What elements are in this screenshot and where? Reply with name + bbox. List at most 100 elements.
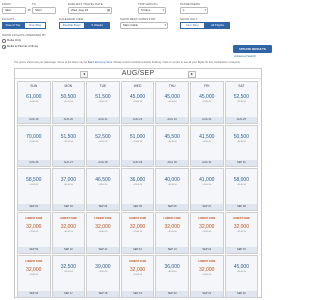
lowest-fare-badge: LOWEST FARE <box>232 216 250 220</box>
fare-day-cell[interactable]: LOWEST FARE 32,000 +$148.56 SEP 12 <box>120 211 155 254</box>
fare-day-cell[interactable]: LOWEST FARE 32,000 +$148.56 SEP 16 <box>17 255 51 298</box>
fare-day-cell[interactable]: 70,000 +$148.56 AUG 26 <box>17 124 51 167</box>
from-value: SEA <box>5 8 12 12</box>
fare-day-cell[interactable]: LOWEST FARE 32,000 +$148.56 SEP 19 <box>120 255 155 298</box>
advanced-search-link[interactable]: Advanced Search <box>234 54 256 58</box>
fare-day-cell[interactable]: 51,000 +$148.56 AUG 29 <box>120 124 155 167</box>
day-date-label: AUG 21 <box>87 116 119 123</box>
fare-day-cell[interactable]: 36,000 +$148.56 SEP 05 <box>120 168 155 211</box>
fare-day-cell[interactable]: 58,500 +$148.56 SEP 02 <box>17 168 51 211</box>
basic-economy-link[interactable]: Basic Economy fares <box>88 61 112 64</box>
delta-only-label: Delta Only <box>7 38 22 43</box>
fare-price: 51,500 <box>60 133 76 140</box>
fare-day-cell[interactable]: 45,500 +$148.56 AUG 30 <box>155 124 189 167</box>
day-date-label: SEP 14 <box>191 247 223 253</box>
fare-fees: +$148.56 <box>132 140 143 143</box>
fare-day-cell[interactable]: LOWEST FARE 32,000 +$148.56 SEP 11 <box>86 211 120 254</box>
fare-fees: +$148.56 <box>167 140 177 143</box>
fare-day-cell[interactable]: 40,000 +$148.56 SEP 06 <box>155 168 189 211</box>
trip-length-select[interactable]: 5 Days ▾ <box>138 7 166 14</box>
operated-by-label: SHOW FLIGHTS OPERATED BY <box>2 33 47 37</box>
fare-day-cell[interactable]: 46,500 +$148.56 SEP 04 <box>86 168 120 211</box>
day-date-label: SEP 21 <box>191 290 223 297</box>
round-trip-option[interactable]: Round Trip <box>2 22 24 29</box>
fare-day-cell[interactable]: TUE 51,500 +$148.56 AUG 21 <box>86 81 120 124</box>
fare-fees: +$148.56 <box>63 230 73 233</box>
day-of-week-label: SUN <box>30 84 38 88</box>
flexible-days-option[interactable]: Flexible Days <box>59 22 85 29</box>
price-notice: The prices shown are per passenger. Some… <box>14 61 262 64</box>
fare-fees: +$148.56 <box>29 140 39 143</box>
fare-day-cell[interactable]: 41,000 +$148.56 SEP 07 <box>190 168 224 211</box>
fare-price: 36,000 <box>164 264 180 270</box>
lowest-fare-badge: LOWEST FARE <box>25 260 43 263</box>
date-value: Wed, Aug 22 <box>71 8 89 12</box>
fare-day-cell[interactable]: 41,500 +$148.56 AUG 31 <box>190 124 224 167</box>
radio-selected-icon <box>2 45 6 49</box>
fare-price: 51,500 <box>95 94 111 100</box>
fare-price: 41,000 <box>199 177 215 183</box>
fare-day-cell[interactable]: LOWEST FARE 32,000 +$148.56 SEP 14 <box>190 211 224 254</box>
fare-day-cell[interactable]: LOWEST FARE 32,000 +$148.56 SEP 10 <box>51 211 86 254</box>
all-flights-option[interactable]: All Flights <box>205 22 230 29</box>
fare-fees: +$148.56 <box>167 230 177 233</box>
delta-partner-radio[interactable]: Delta & Partner Airlines <box>2 44 38 49</box>
fare-day-cell[interactable]: MON 50,500 +$148.56 AUG 20 <box>51 81 86 124</box>
fare-fees: +$148.56 <box>29 274 39 276</box>
day-date-label: AUG 26 <box>18 160 50 166</box>
fare-day-cell[interactable]: 39,000 +$148.56 SEP 18 <box>86 255 120 298</box>
day-date-label: SEP 12 <box>121 247 154 253</box>
fare-day-cell[interactable]: 32,500 +$148.56 SEP 17 <box>51 255 86 298</box>
update-results-button[interactable]: UPDATE RESULTS <box>233 45 272 53</box>
fare-day-cell[interactable]: 52,500 +$148.56 AUG 28 <box>86 124 120 167</box>
fare-fees: +$148.56 <box>63 140 73 143</box>
fare-fees: +$148.56 <box>167 184 177 186</box>
from-field[interactable]: SEA <box>2 7 26 14</box>
fare-day-cell[interactable]: 36,000 +$148.56 SEP 20 <box>155 255 189 298</box>
fare-fees: +$148.56 <box>167 271 177 273</box>
five-weeks-option[interactable]: 5 Weeks <box>84 22 110 29</box>
day-date-label: AUG 28 <box>87 160 119 166</box>
fare-day-cell[interactable]: 45,000 +$148.56 SEP 22 <box>224 255 259 298</box>
non-stop-option[interactable]: Non Stop <box>180 22 205 29</box>
to-value: SGN <box>35 8 42 12</box>
fare-fees: +$148.56 <box>236 271 246 273</box>
to-field[interactable]: SGN <box>32 7 56 14</box>
fare-price: 45,000 <box>199 94 215 100</box>
date-field[interactable]: Wed, Aug 22 ▦ <box>68 7 112 14</box>
calendar-view-toggle: Flexible Days 5 Weeks <box>59 22 110 29</box>
day-date-label: SEP 07 <box>191 203 223 210</box>
fare-day-cell[interactable]: WED 45,000 +$148.56 AUG 22 <box>120 81 155 124</box>
day-date-label: AUG 29 <box>121 160 154 166</box>
one-way-option[interactable]: One Way <box>24 22 46 29</box>
fare-day-cell[interactable]: THU 45,000 +$148.56 AUG 23 <box>155 81 189 124</box>
lowest-fare-badge: LOWEST FARE <box>198 216 216 220</box>
month-title: AUG/SEP <box>121 70 155 77</box>
swap-airports-icon[interactable]: ⇄ <box>28 7 31 13</box>
fare-price: 41,500 <box>199 133 215 140</box>
next-month-button[interactable]: ► <box>188 70 196 78</box>
fare-day-cell[interactable]: LOWEST FARE 32,000 +$148.56 SEP 13 <box>155 211 189 254</box>
fare-day-cell[interactable]: 51,500 +$148.56 AUG 27 <box>51 124 86 167</box>
passengers-select[interactable]: 1 ▾ <box>180 7 208 14</box>
fare-price: 32,000 <box>95 223 111 230</box>
fare-day-cell[interactable]: SUN 61,000 +$148.56 AUG 19 <box>17 81 51 124</box>
fare-day-cell[interactable]: LOWEST FARE 32,000 +$148.56 SEP 09 <box>17 211 51 254</box>
cabin-select[interactable]: Main Cabin ▾ <box>120 22 168 29</box>
fare-day-cell[interactable]: LOWEST FARE 32,000 +$148.56 SEP 21 <box>190 255 224 298</box>
fare-day-cell[interactable]: LOWEST FARE 32,000 +$148.56 SEP 15 <box>224 211 259 254</box>
fare-price: 45,000 <box>164 94 180 100</box>
fare-day-cell[interactable]: FRI 45,000 +$148.56 AUG 24 <box>190 81 224 124</box>
day-date-label: SEP 11 <box>87 247 119 253</box>
cabin-value: Main Cabin <box>123 23 139 27</box>
show-only-toggle: Non Stop All Flights <box>180 22 230 29</box>
delta-only-radio[interactable]: Delta Only <box>2 38 22 43</box>
fare-day-cell[interactable]: SAT 52,500 +$148.56 AUG 25 <box>224 81 259 124</box>
fare-day-cell[interactable]: 50,500 +$148.56 SEP 01 <box>224 124 259 167</box>
day-date-label: SEP 17 <box>52 290 85 297</box>
fare-day-cell[interactable]: 37,000 +$148.56 SEP 03 <box>51 168 86 211</box>
fare-day-cell[interactable]: 58,000 +$148.56 SEP 08 <box>224 168 259 211</box>
fare-fees: +$148.56 <box>202 274 212 276</box>
fare-price: 70,000 <box>26 133 42 140</box>
fare-fees: +$148.56 <box>98 271 108 273</box>
